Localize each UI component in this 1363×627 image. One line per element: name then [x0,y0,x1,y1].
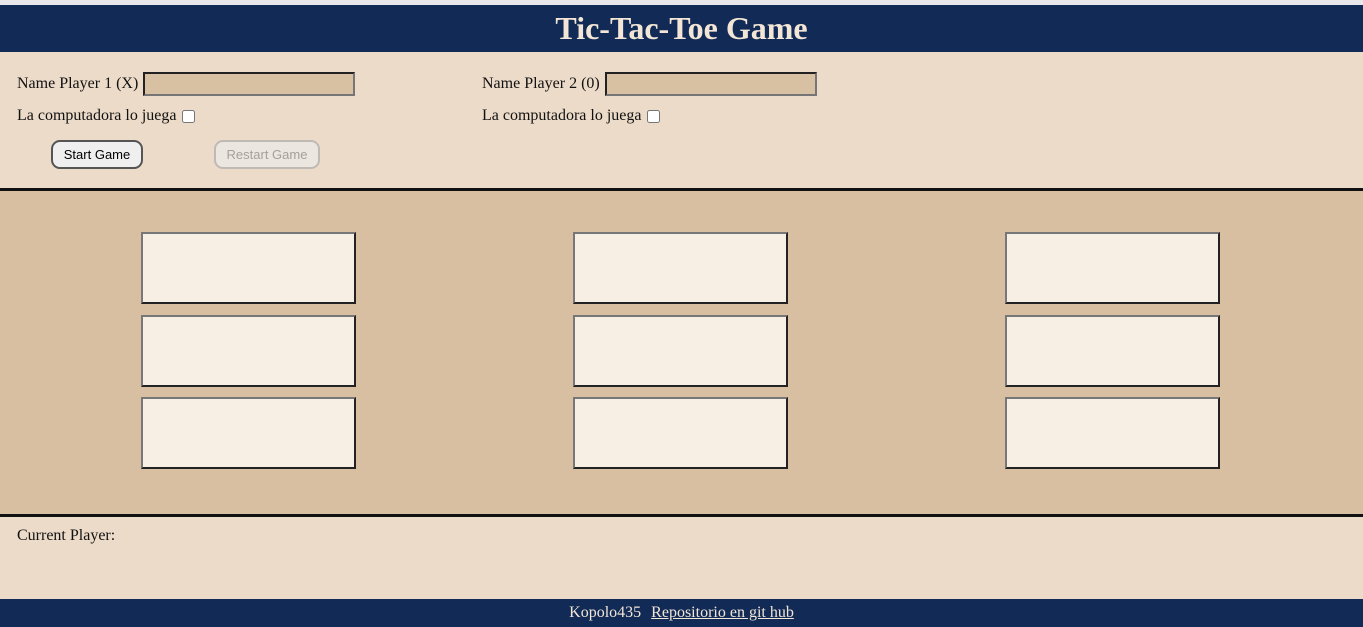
status-panel: Current Player: [0,517,1363,599]
board-cell[interactable] [573,232,788,304]
board-cell[interactable] [1005,232,1220,304]
player-2-cpu-label: La computadora lo juega [482,107,642,124]
start-game-button[interactable]: Start Game [51,140,143,169]
player-1-name-input[interactable] [143,72,356,96]
player-2-cpu-row: La computadora lo juega [482,107,660,125]
page-footer: Kopolo435 Repositorio en git hub [0,599,1363,627]
player-2-name-label: Name Player 2 (0) [482,75,600,92]
board-cell[interactable] [141,397,356,469]
page-title: Tic-Tac-Toe Game [555,10,808,46]
board-cell[interactable] [573,397,788,469]
player-1-cpu-label: La computadora lo juega [17,107,177,124]
player-1-name-label: Name Player 1 (X) [17,75,139,92]
board-cell[interactable] [141,315,356,387]
footer-author: Kopolo435 [569,604,642,621]
player-2-name-row: Name Player 2 (0) [482,72,817,96]
player-1-name-row: Name Player 1 (X) [17,72,356,96]
player-setup-panel: Name Player 1 (X) La computadora lo jueg… [0,52,1363,188]
player-2-cpu-checkbox[interactable] [646,109,660,123]
repo-link[interactable]: Repositorio en git hub [651,604,794,622]
player-1-cpu-checkbox[interactable] [181,109,195,123]
restart-game-button[interactable]: Restart Game [214,140,320,169]
page-header: Tic-Tac-Toe Game [0,5,1363,52]
board-cell[interactable] [141,232,356,304]
player-1-cpu-row: La computadora lo juega [17,107,195,125]
board-cell[interactable] [1005,315,1220,387]
board-cell[interactable] [573,315,788,387]
current-player-label: Current Player: [17,527,116,544]
board-cell[interactable] [1005,397,1220,469]
player-2-name-input[interactable] [604,72,817,96]
game-board [0,191,1363,514]
